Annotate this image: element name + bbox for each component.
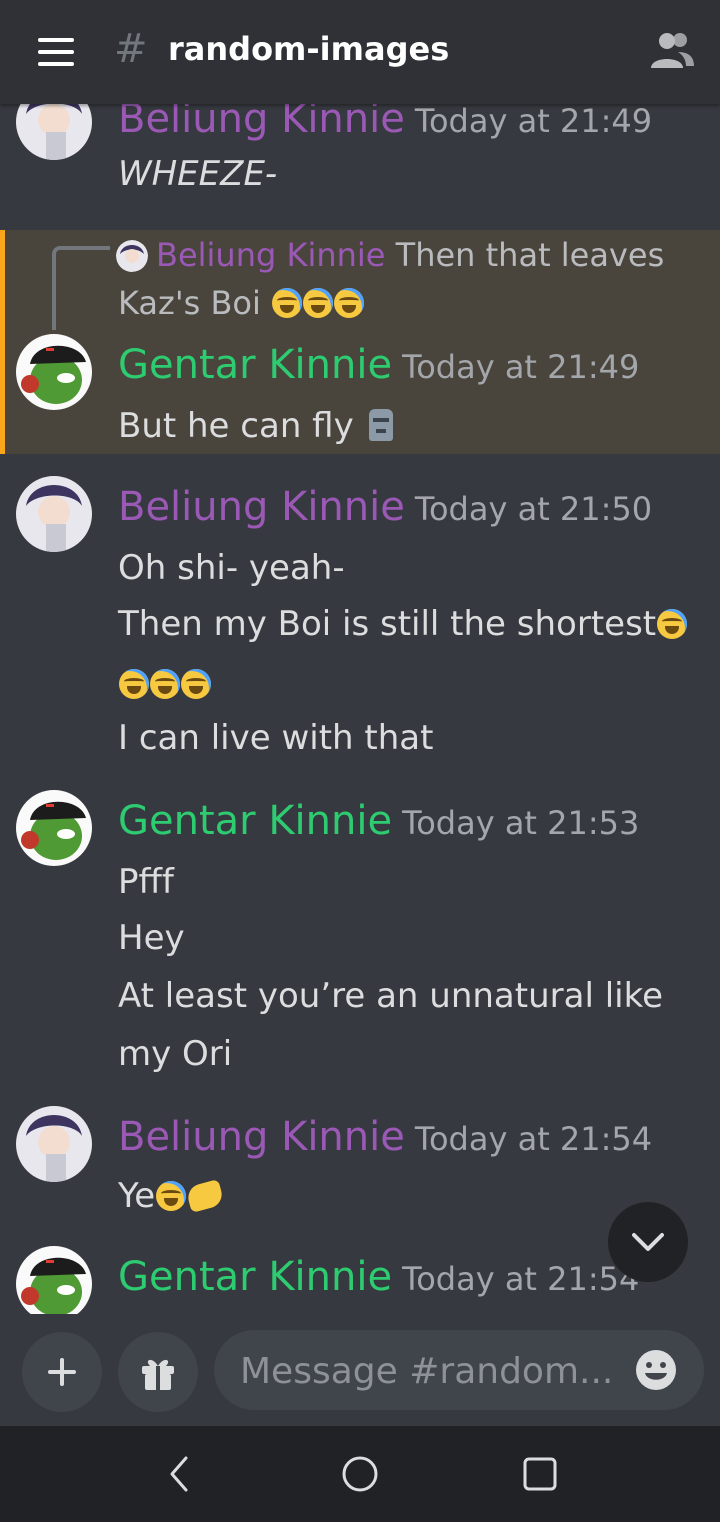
- channel-header: # random-images: [0, 0, 720, 104]
- back-icon[interactable]: [160, 1454, 200, 1494]
- reply-connector: [52, 246, 110, 330]
- sob-emoji: [657, 609, 688, 639]
- reply-preview[interactable]: Beliung Kinnie Then that leaves: [156, 236, 664, 274]
- timestamp: Today at 21:54: [414, 1120, 653, 1158]
- moai-emoji: [368, 409, 393, 441]
- message-text: But he can fly: [118, 406, 393, 446]
- message-header: Gentar Kinnie Today at 21:53: [118, 798, 639, 844]
- scroll-down-icon: [632, 1233, 664, 1251]
- joy-emoji: [156, 1181, 187, 1211]
- avatar[interactable]: [16, 790, 92, 866]
- avatar[interactable]: [16, 104, 92, 160]
- mention-bar: [0, 230, 5, 454]
- avatar[interactable]: [16, 476, 92, 552]
- sob-emoji: [181, 669, 211, 699]
- android-nav-bar: [0, 1426, 720, 1522]
- message-emoji-line: [118, 664, 211, 704]
- message-input-wrapper: [214, 1330, 704, 1410]
- message-text: Hey: [118, 918, 185, 958]
- message-input[interactable]: [238, 1342, 622, 1400]
- author-name[interactable]: Gentar Kinnie: [118, 1254, 392, 1300]
- plus-icon: [48, 1358, 76, 1386]
- message-header: Beliung Kinnie Today at 21:49: [118, 104, 652, 142]
- joy-emoji: [272, 288, 303, 318]
- reply-text: Then that leaves: [395, 236, 665, 274]
- sob-emoji: [150, 669, 180, 699]
- reply-text-2: Kaz's Boi: [118, 284, 261, 322]
- message: Beliung Kinnie Today at 21:49 WHEEZE-: [0, 104, 720, 230]
- joy-emoji: [303, 288, 334, 318]
- message-feed[interactable]: Beliung Kinnie Today at 21:49 WHEEZE- Bel…: [0, 104, 720, 1314]
- message-text: Oh shi- yeah-: [118, 548, 345, 588]
- author-name[interactable]: Gentar Kinnie: [118, 798, 392, 844]
- message-text-content: But he can fly: [118, 406, 354, 446]
- message-text: my Ori: [118, 1034, 233, 1074]
- add-attachment-button[interactable]: [22, 1332, 102, 1412]
- handshake-emoji: [185, 1179, 225, 1213]
- members-icon[interactable]: [650, 30, 694, 70]
- message-text-content: Then my Boi is still the shortest: [118, 604, 657, 644]
- author-name[interactable]: Beliung Kinnie: [118, 484, 405, 530]
- timestamp: Today at 21:49: [414, 104, 653, 140]
- reply-author: Beliung Kinnie: [156, 236, 386, 274]
- channel-hash-icon: #: [114, 26, 148, 72]
- home-icon[interactable]: [340, 1454, 380, 1494]
- timestamp: Today at 21:53: [402, 804, 640, 842]
- joy-emoji: [334, 288, 365, 318]
- message-header: Beliung Kinnie Today at 21:54: [118, 1114, 652, 1160]
- gift-button[interactable]: [118, 1332, 198, 1412]
- author-name[interactable]: Beliung Kinnie: [118, 104, 405, 142]
- timestamp: Today at 21:54: [402, 1260, 640, 1298]
- message-text-content: Ye: [118, 1176, 156, 1216]
- emoji-picker-icon[interactable]: [634, 1348, 678, 1392]
- message-header: Beliung Kinnie Today at 21:50: [118, 484, 652, 530]
- message-text: Then my Boi is still the shortest: [118, 604, 688, 644]
- author-name[interactable]: Gentar Kinnie: [118, 342, 392, 388]
- avatar[interactable]: [16, 1106, 92, 1182]
- message-header: Gentar Kinnie Today at 21:49: [118, 342, 639, 388]
- message-text: At least you’re an unnatural like: [118, 976, 663, 1016]
- scroll-down-button[interactable]: [608, 1202, 688, 1282]
- sob-emoji: [119, 669, 149, 699]
- message-text: I can live with that: [118, 718, 434, 758]
- reply-preview-line2: Kaz's Boi: [118, 284, 365, 322]
- message-text: WHEEZE-: [118, 154, 278, 194]
- message-text: Ye: [118, 1176, 225, 1216]
- message-text: Pfff: [118, 862, 174, 902]
- author-name[interactable]: Beliung Kinnie: [118, 1114, 405, 1160]
- avatar[interactable]: [16, 1246, 92, 1314]
- menu-icon[interactable]: [38, 38, 74, 66]
- channel-name[interactable]: random-images: [168, 30, 449, 68]
- avatar[interactable]: [16, 334, 92, 410]
- reply-avatar: [116, 240, 148, 272]
- recents-icon[interactable]: [520, 1454, 560, 1494]
- timestamp: Today at 21:50: [414, 490, 653, 528]
- message-header: Gentar Kinnie Today at 21:54: [118, 1254, 639, 1300]
- message-composer: [0, 1314, 720, 1426]
- timestamp: Today at 21:49: [402, 348, 640, 386]
- gift-icon: [142, 1359, 174, 1390]
